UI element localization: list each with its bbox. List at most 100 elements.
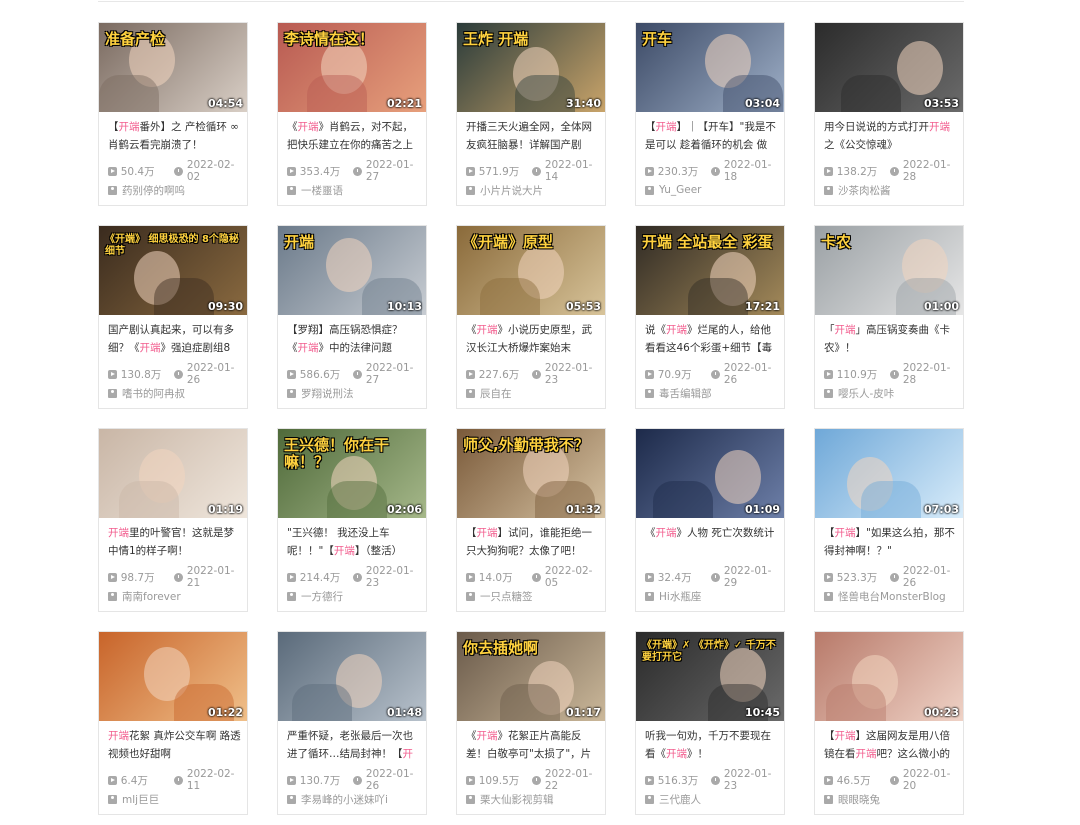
uploader-name[interactable]: 李易峰的小迷妹吖i	[301, 792, 388, 806]
uploader[interactable]: 药别停的啊呜	[108, 183, 246, 197]
uploader-name[interactable]: 嘤乐人-皮咔	[838, 386, 894, 400]
uploader[interactable]: 眼眼晓兔	[824, 792, 962, 806]
video-thumbnail[interactable]: 王炸 开端 31:40	[457, 23, 605, 112]
uploader-name[interactable]: 小片片说大片	[480, 183, 543, 197]
uploader[interactable]: 三代鹿人	[645, 792, 783, 806]
video-card[interactable]: 00:23 【开端】这届网友是用八倍镜在看开端吧？这么微小的 46.5万 2022-0…	[814, 631, 964, 815]
video-card[interactable]: 你去插她啊 01:17 《开端》花絮正片高能反差！白敬亭可"太损了"，片 109.5万…	[456, 631, 606, 815]
video-title[interactable]: 用今日说说的方式打开开端之《公交惊魂》	[824, 119, 958, 155]
video-card[interactable]: 03:53 用今日说说的方式打开开端之《公交惊魂》 138.2万 2022-01-28…	[814, 22, 964, 206]
video-thumbnail[interactable]: 开车 03:04	[636, 23, 784, 112]
video-card[interactable]: 开端 全站最全 彩蛋 17:21 说《开端》烂尾的人，给他看看这46个彩蛋+细节【毒…	[635, 225, 785, 409]
video-card[interactable]: 准备产检 04:54 【开端番外】之 产检循环 ∞ 肖鹤云看完崩溃了！ 50.4万 20…	[98, 22, 248, 206]
video-thumbnail[interactable]: 准备产检 04:54	[99, 23, 247, 112]
video-card[interactable]: 01:22 开端花絮 真炸公交车啊 路透视频也好甜啊 6.4万 2022-02-11 m…	[98, 631, 248, 815]
video-card[interactable]: 开车 03:04 【开端】｜【开车】"我是不是可以 趁着循环的机会 做 230.3万 2…	[635, 22, 785, 206]
video-title[interactable]: 【开端】这届网友是用八倍镜在看开端吧？这么微小的	[824, 728, 958, 764]
video-thumbnail[interactable]: 01:09	[636, 429, 784, 518]
video-thumbnail[interactable]: 王兴德！你在干嘛！？ 02:06	[278, 429, 426, 518]
uploader-name[interactable]: 眼眼晓兔	[838, 792, 880, 806]
uploader-name[interactable]: Yu_Geer	[659, 184, 702, 196]
uploader-name[interactable]: mlj巨巨	[122, 792, 159, 806]
video-thumbnail[interactable]: 《开端》 细思极恐的 8个隐秘细节 09:30	[99, 226, 247, 315]
video-title[interactable]: 【开端】｜【开车】"我是不是可以 趁着循环的机会 做	[645, 119, 779, 155]
video-title[interactable]: 《开端》人物 死亡次数统计	[645, 525, 779, 561]
uploader[interactable]: 嘤乐人-皮咔	[824, 386, 962, 400]
video-thumbnail[interactable]: 07:03	[815, 429, 963, 518]
video-card[interactable]: 《开端》原型 05:53 《开端》小说历史原型，武汉长江大桥爆炸案始末 227.6万 2…	[456, 225, 606, 409]
uploader-name[interactable]: 一只点糖签	[480, 589, 533, 603]
video-title[interactable]: 《开端》肖鹤云，对不起，把快乐建立在你的痛苦之上	[287, 119, 421, 155]
uploader-name[interactable]: 三代鹿人	[659, 792, 701, 806]
uploader[interactable]: 辰自在	[466, 386, 604, 400]
video-thumbnail[interactable]: 开端 全站最全 彩蛋 17:21	[636, 226, 784, 315]
video-card[interactable]: 01:48 严重怀疑，老张最后一次也进了循环…结局封神！【开 130.7万 2022-…	[277, 631, 427, 815]
video-card[interactable]: 《开端》 细思极恐的 8个隐秘细节 09:30 国产剧认真起来，可以有多细？《开端》…	[98, 225, 248, 409]
video-card[interactable]: 开端 10:13 【罗翔】高压锅恐惧症？《开端》中的法律问题 586.6万 2022-0…	[277, 225, 427, 409]
video-card[interactable]: 李诗情在这！ 02:21 《开端》肖鹤云，对不起，把快乐建立在你的痛苦之上 353.4…	[277, 22, 427, 206]
video-title[interactable]: 听我一句劝，千万不要现在看《开端》！	[645, 728, 779, 764]
video-thumbnail[interactable]: 01:22	[99, 632, 247, 721]
uploader[interactable]: 一楼噩语	[287, 183, 425, 197]
video-title[interactable]: 《开端》花絮正片高能反差！白敬亭可"太损了"，片	[466, 728, 600, 764]
video-title[interactable]: 国产剧认真起来，可以有多细？《开端》强迫症剧组8	[108, 322, 242, 358]
video-title[interactable]: 【开端番外】之 产检循环 ∞ 肖鹤云看完崩溃了！	[108, 119, 242, 155]
video-title[interactable]: 开端花絮 真炸公交车啊 路透视频也好甜啊	[108, 728, 242, 764]
video-title[interactable]: 开播三天火遍全网，全体网友疯狂脑暴！详解国产剧	[466, 119, 600, 155]
video-thumbnail[interactable]: 卡农 01:00	[815, 226, 963, 315]
video-thumbnail[interactable]: 01:19	[99, 429, 247, 518]
uploader[interactable]: 一方德行	[287, 589, 425, 603]
uploader-name[interactable]: 药别停的啊呜	[122, 183, 185, 197]
uploader[interactable]: mlj巨巨	[108, 792, 246, 806]
uploader[interactable]: 南南forever	[108, 589, 246, 603]
video-title[interactable]: 「开端」高压锅变奏曲《卡农》！	[824, 322, 958, 358]
video-thumbnail[interactable]: 03:53	[815, 23, 963, 112]
uploader-name[interactable]: 毒舌编辑部	[659, 386, 712, 400]
uploader-name[interactable]: 沙茶肉松酱	[838, 183, 891, 197]
uploader[interactable]: 沙茶肉松酱	[824, 183, 962, 197]
uploader[interactable]: 怪兽电台MonsterBlog	[824, 589, 962, 603]
uploader[interactable]: 毒舌编辑部	[645, 386, 783, 400]
video-card[interactable]: 01:09 《开端》人物 死亡次数统计 32.4万 2022-01-29 Hi水瓶座	[635, 428, 785, 612]
video-title[interactable]: 《开端》小说历史原型，武汉长江大桥爆炸案始末	[466, 322, 600, 358]
video-card[interactable]: 卡农 01:00 「开端」高压锅变奏曲《卡农》！ 110.9万 2022-01-28 嘤乐…	[814, 225, 964, 409]
uploader[interactable]: Yu_Geer	[645, 183, 783, 197]
video-thumbnail[interactable]: 师父,外勤带我不？ 01:32	[457, 429, 605, 518]
video-thumbnail[interactable]: 01:48	[278, 632, 426, 721]
uploader-name[interactable]: 辰自在	[480, 386, 512, 400]
video-title[interactable]: 开端里的叶警官！这就是梦中情1的样子啊！	[108, 525, 242, 561]
uploader[interactable]: 栗大仙影视剪辑	[466, 792, 604, 806]
video-thumbnail[interactable]: 你去插她啊 01:17	[457, 632, 605, 721]
video-thumbnail[interactable]: 李诗情在这！ 02:21	[278, 23, 426, 112]
video-card[interactable]: 01:19 开端里的叶警官！这就是梦中情1的样子啊！ 98.7万 2022-01-21…	[98, 428, 248, 612]
uploader-name[interactable]: Hi水瓶座	[659, 589, 701, 603]
video-title[interactable]: 严重怀疑，老张最后一次也进了循环…结局封神！【开	[287, 728, 421, 764]
video-thumbnail[interactable]: 00:23	[815, 632, 963, 721]
video-title[interactable]: 【开端】试问，谁能拒绝一只大狗狗呢？太像了吧！	[466, 525, 600, 561]
video-title[interactable]: 【开端】"如果这么拍，那不得封神啊！？"	[824, 525, 958, 561]
video-thumbnail[interactable]: 《开端》✗ 《开炸》✓ 千万不要打开它 10:45	[636, 632, 784, 721]
video-card[interactable]: 王炸 开端 31:40 开播三天火遍全网，全体网友疯狂脑暴！详解国产剧 571.9万 2…	[456, 22, 606, 206]
uploader[interactable]: 李易峰的小迷妹吖i	[287, 792, 425, 806]
uploader[interactable]: 一只点糖签	[466, 589, 604, 603]
uploader-name[interactable]: 一方德行	[301, 589, 343, 603]
uploader-name[interactable]: 栗大仙影视剪辑	[480, 792, 554, 806]
uploader-name[interactable]: 南南forever	[122, 589, 181, 603]
uploader-name[interactable]: 嗜书的阿冉叔	[122, 386, 185, 400]
uploader[interactable]: 罗翔说刑法	[287, 386, 425, 400]
video-thumbnail[interactable]: 开端 10:13	[278, 226, 426, 315]
video-card[interactable]: 07:03 【开端】"如果这么拍，那不得封神啊！？" 523.3万 2022-01-2…	[814, 428, 964, 612]
video-title[interactable]: 【罗翔】高压锅恐惧症？《开端》中的法律问题	[287, 322, 421, 358]
video-title[interactable]: "王兴德！ 我还没上车呢！！"【开端】（整活）	[287, 525, 421, 561]
video-card[interactable]: 王兴德！你在干嘛！？ 02:06 "王兴德！ 我还没上车呢！！"【开端】（整活） 21…	[277, 428, 427, 612]
video-card[interactable]: 《开端》✗ 《开炸》✓ 千万不要打开它 10:45 听我一句劝，千万不要现在看《开端…	[635, 631, 785, 815]
uploader-name[interactable]: 一楼噩语	[301, 183, 343, 197]
uploader-name[interactable]: 罗翔说刑法	[301, 386, 354, 400]
uploader[interactable]: 小片片说大片	[466, 183, 604, 197]
uploader[interactable]: Hi水瓶座	[645, 589, 783, 603]
uploader[interactable]: 嗜书的阿冉叔	[108, 386, 246, 400]
video-card[interactable]: 师父,外勤带我不？ 01:32 【开端】试问，谁能拒绝一只大狗狗呢？太像了吧！ 14.…	[456, 428, 606, 612]
video-thumbnail[interactable]: 《开端》原型 05:53	[457, 226, 605, 315]
uploader-name[interactable]: 怪兽电台MonsterBlog	[838, 589, 946, 603]
video-title[interactable]: 说《开端》烂尾的人，给他看看这46个彩蛋+细节【毒	[645, 322, 779, 358]
